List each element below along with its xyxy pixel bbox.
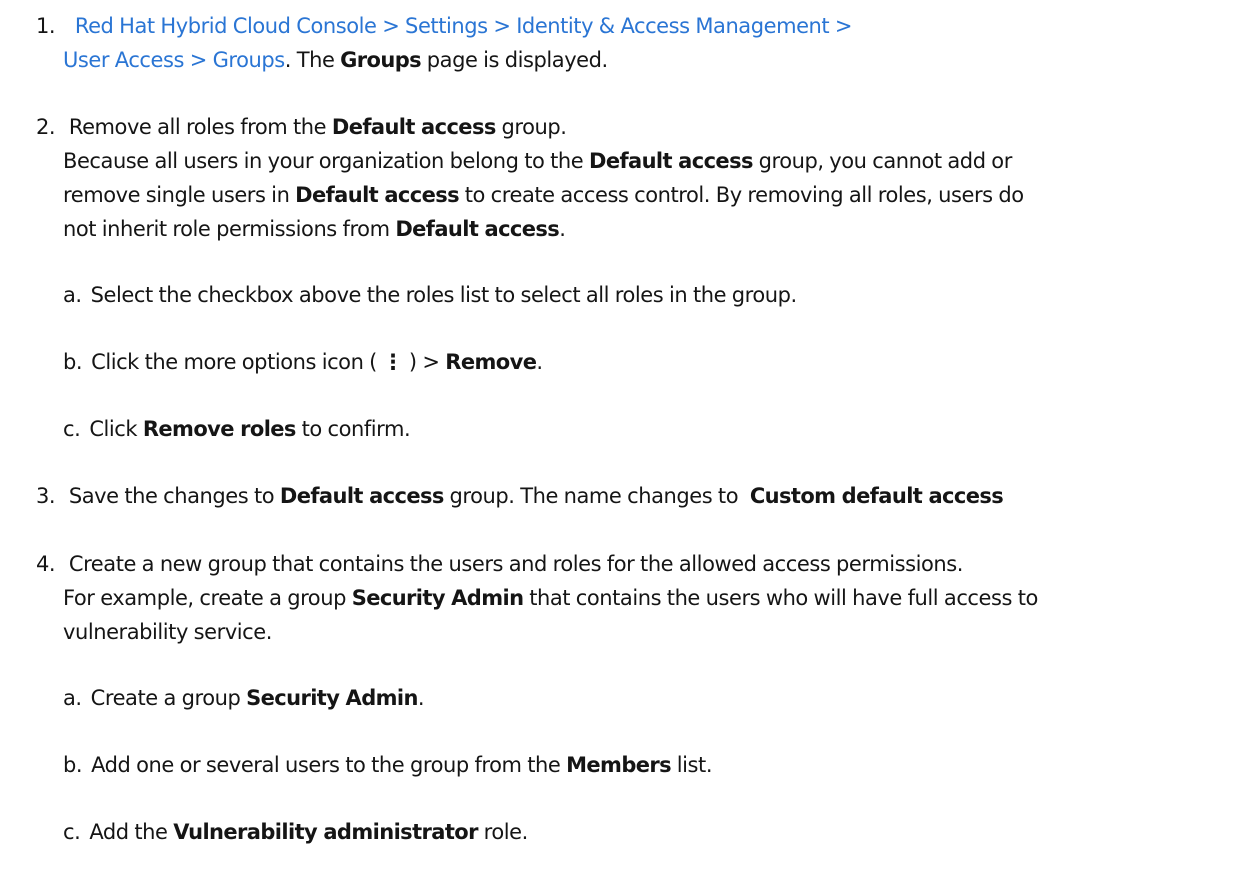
step-2a: a. Select the checkbox above the roles li… <box>63 283 797 307</box>
step-4-line-1: 4. Create a new group that contains the … <box>36 549 963 579</box>
step-number: 4. <box>36 552 56 576</box>
step-2-line-3: remove single users in Default access to… <box>63 183 1024 207</box>
substep-label: a. <box>63 283 82 307</box>
step-4-line-2: For example, create a group Security Adm… <box>63 586 1038 610</box>
step-number: 2. <box>36 115 56 139</box>
step-2b: b. Click the more options icon ( ⋮ ) > Re… <box>63 350 543 374</box>
step-1-line-1: 1. Red Hat Hybrid Cloud Console > Settin… <box>36 11 853 41</box>
procedure-document: 1. Red Hat Hybrid Cloud Console > Settin… <box>0 0 1252 879</box>
breadcrumb-link-console-path[interactable]: Red Hat Hybrid Cloud Console > Settings … <box>75 14 853 38</box>
step-4a: a. Create a group Security Admin. <box>63 686 425 710</box>
groups-page-name: Groups <box>340 48 422 72</box>
step-1-line-2: User Access > Groups. The Groups page is… <box>63 48 608 72</box>
step-4c: c. Add the Vulnerability administrator ro… <box>63 820 528 844</box>
substep-label: c. <box>63 820 81 844</box>
substep-label: b. <box>63 753 83 777</box>
step-4b: b. Add one or several users to the group … <box>63 753 713 777</box>
breadcrumb-link-groups[interactable]: User Access > Groups <box>63 48 285 72</box>
more-options-icon: ⋮ <box>382 350 404 374</box>
step-2-line-1: 2. Remove all roles from the Default acc… <box>36 112 567 142</box>
step-3: 3. Save the changes to Default access gr… <box>36 481 1004 511</box>
substep-label: a. <box>63 686 82 710</box>
substep-label: b. <box>63 350 83 374</box>
step-2c: c. Click Remove roles to confirm. <box>63 417 411 441</box>
step-number: 3. <box>36 484 56 508</box>
step-4-line-3: vulnerability service. <box>63 620 272 644</box>
step-2-line-2: Because all users in your organization b… <box>63 149 1012 173</box>
substep-label: c. <box>63 417 81 441</box>
step-number: 1. <box>36 14 56 38</box>
step-2-line-4: not inherit role permissions from Defaul… <box>63 217 566 241</box>
